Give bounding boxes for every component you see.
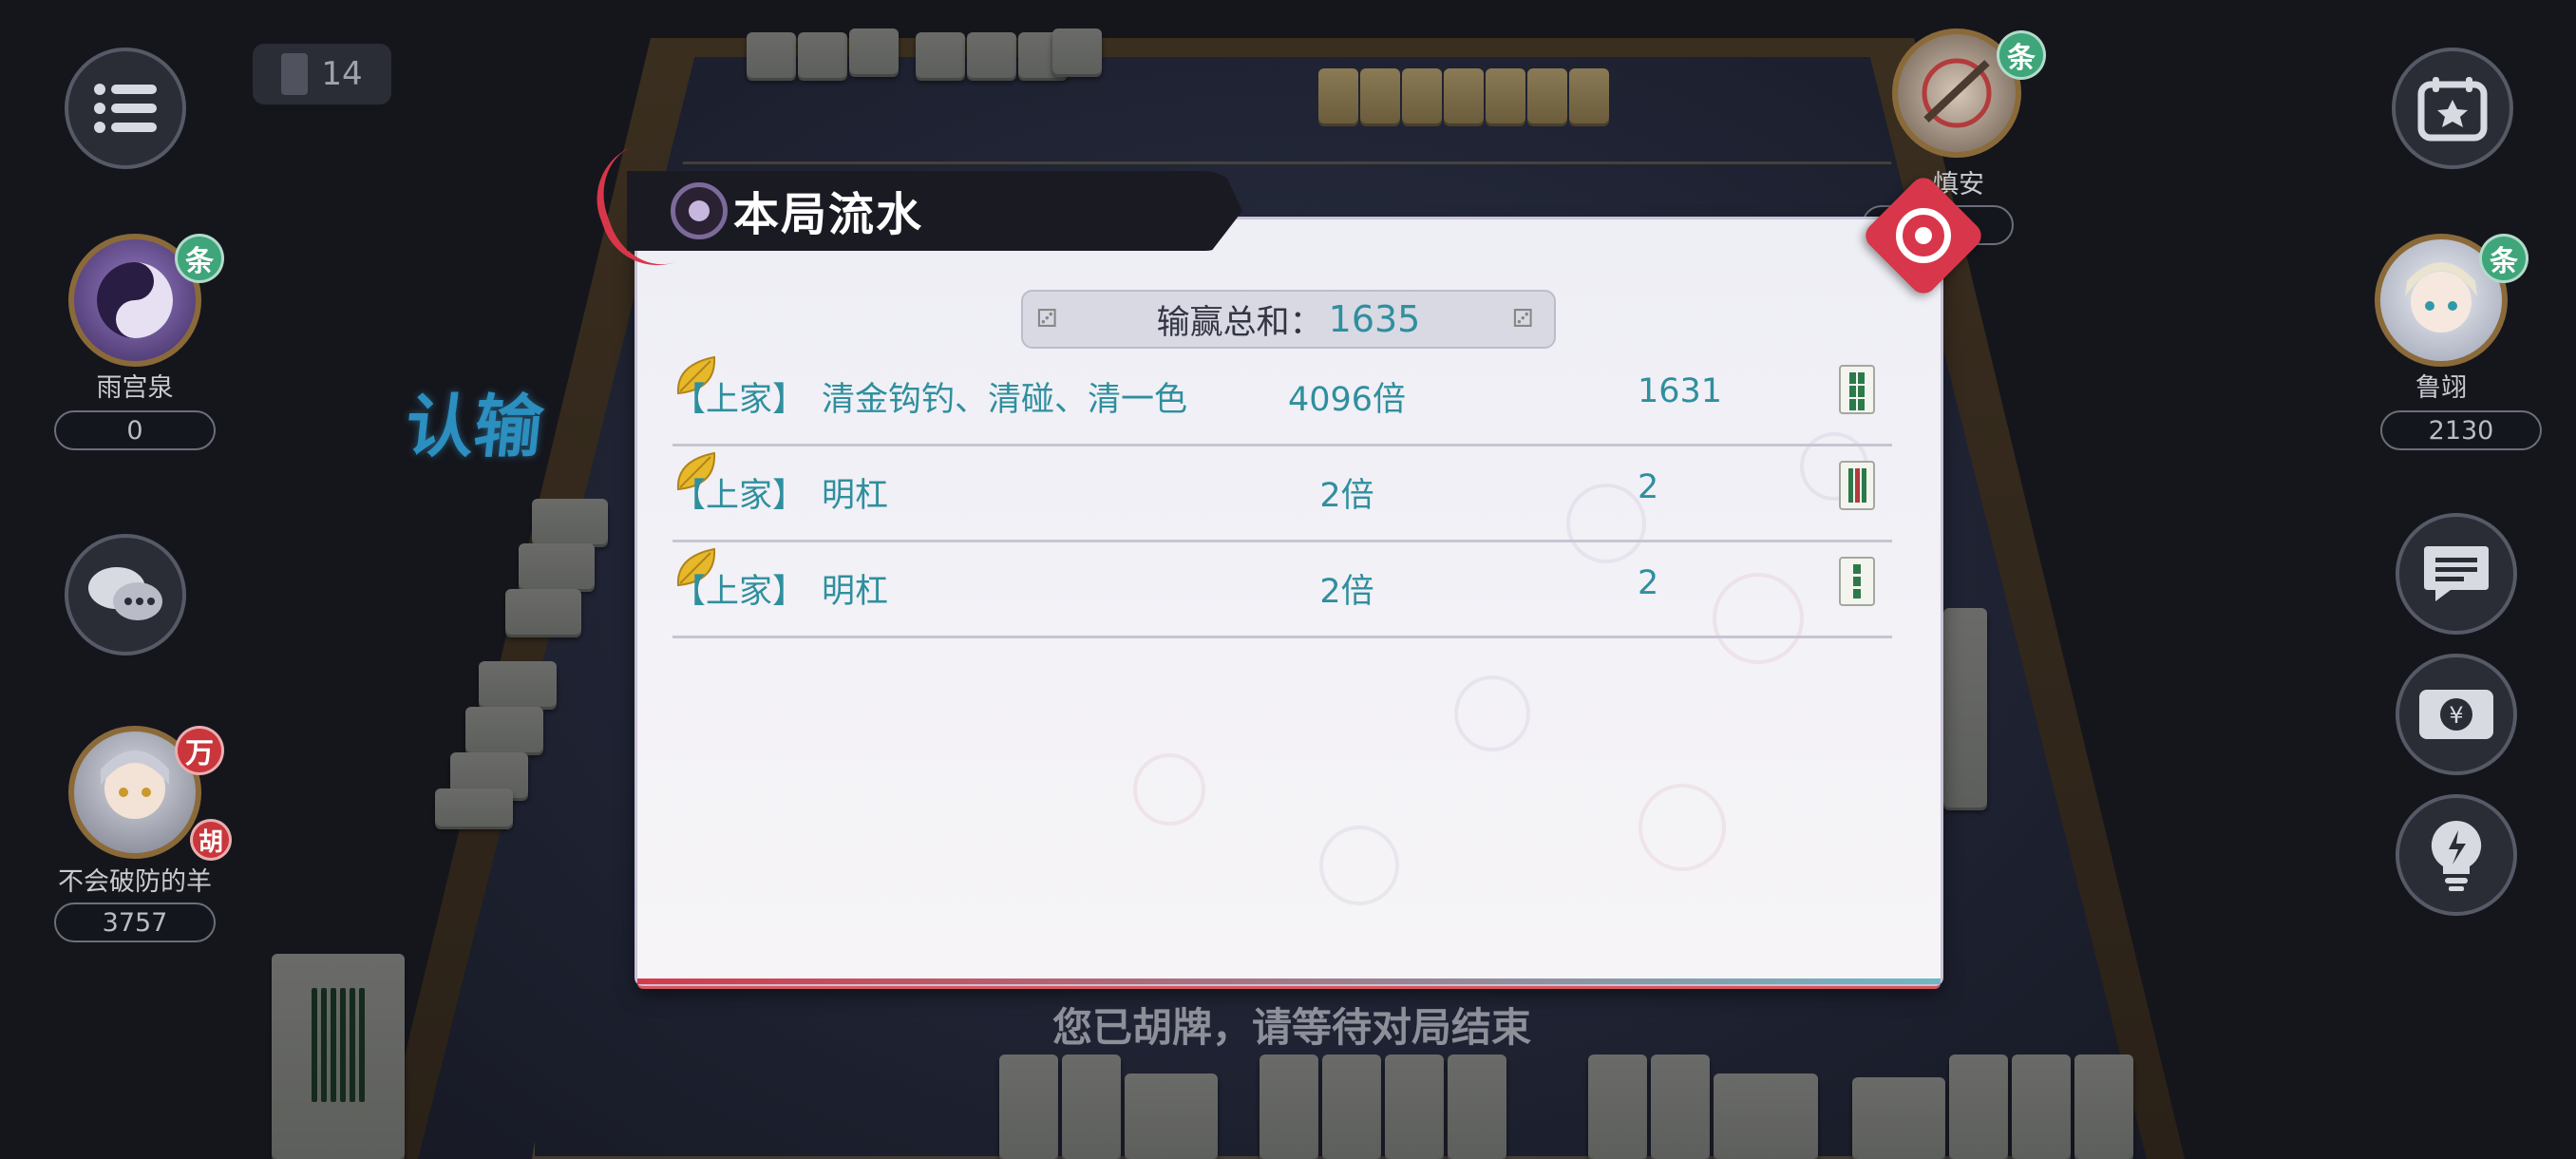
tile: [505, 589, 581, 635]
svg-text:¥: ¥: [2449, 702, 2463, 729]
row-amount: 1631: [1638, 372, 1723, 410]
drawn-tile[interactable]: [272, 954, 405, 1159]
tile: [1448, 1054, 1506, 1159]
suit-badge-top: 条: [1997, 30, 2046, 80]
tile-back: [1402, 68, 1442, 124]
player-name-left-bottom: 不会破防的羊: [58, 867, 212, 897]
tile-icon: [1839, 461, 1875, 510]
row-description: 明杠: [822, 573, 889, 611]
tile: [967, 32, 1016, 78]
tile-icon: [1839, 557, 1875, 606]
tile: [1052, 28, 1102, 74]
tile: [1125, 1074, 1218, 1159]
total-summary: ⚂ 输赢总和： 1635 ⚂: [1021, 290, 1556, 349]
player-name-top: 慎安: [1933, 170, 1984, 200]
row-multiplier: 2倍: [1319, 477, 1374, 515]
money-button[interactable]: ¥: [2396, 654, 2517, 775]
tile-back: [1318, 68, 1358, 124]
tile-back: [1486, 68, 1525, 124]
tile: [465, 707, 543, 752]
tile-back: [1444, 68, 1484, 124]
history-row: 【上家】 明杠 2倍 2: [672, 543, 1892, 638]
money-icon: ¥: [2419, 690, 2493, 739]
player-score-right: 2130: [2380, 410, 2542, 450]
wall-count-display: 14: [253, 44, 391, 104]
row-description: 清金钩钓、清碰、清一色: [822, 381, 1188, 419]
tile-wall-icon: [281, 53, 309, 95]
suit-badge-right: 条: [2479, 234, 2529, 283]
tile: [916, 32, 965, 78]
concede-label[interactable]: 认输: [401, 370, 548, 470]
tile: [1714, 1074, 1818, 1159]
tile: [435, 788, 513, 826]
chat-button[interactable]: [65, 534, 186, 656]
tile: [747, 32, 796, 78]
calendar-icon: [2417, 77, 2488, 142]
wall-count-value: 14: [321, 55, 363, 93]
tile: [2012, 1054, 2071, 1159]
message-icon: [2424, 546, 2489, 601]
dialog-accent-bar: [637, 978, 1941, 984]
row-multiplier: 4096倍: [1287, 381, 1407, 419]
lightbulb-icon: [2431, 820, 2482, 891]
row-amount: 2: [1638, 564, 1659, 602]
player-score-left-bottom: 3757: [54, 902, 216, 942]
history-row: 【上家】 清金钩钓、清碰、清一色 4096倍 1631: [672, 352, 1892, 446]
tile: [1651, 1054, 1710, 1159]
tile: [798, 32, 847, 78]
tile: [1949, 1054, 2008, 1159]
row-amount: 2: [1638, 468, 1659, 506]
tile: [849, 28, 899, 74]
suit-badge-left-bottom: 万: [175, 726, 224, 775]
chat-bubbles-icon: [88, 567, 162, 620]
suit-badge-left-top: 条: [175, 234, 224, 283]
tile-back: [1527, 68, 1567, 124]
row-source: 【上家】: [672, 381, 806, 419]
menu-icon: [94, 84, 157, 133]
tile: [1322, 1054, 1381, 1159]
total-value: 1635: [1328, 298, 1421, 340]
row-source: 【上家】: [672, 477, 806, 515]
history-row: 【上家】 明杠 2倍 2: [672, 447, 1892, 542]
player-name-right: 鲁翊: [2415, 373, 2467, 403]
tile: [1852, 1077, 1945, 1159]
player-score-left-top: 0: [54, 410, 216, 450]
message-button[interactable]: [2396, 513, 2517, 635]
close-target-icon[interactable]: [1896, 208, 1951, 263]
tile-icon: [1839, 365, 1875, 414]
tile: [532, 499, 608, 544]
tile: [519, 543, 595, 589]
dialog-title: 本局流水: [733, 188, 924, 241]
tile-back: [1360, 68, 1400, 124]
decor-dice-icon: ⚂: [1512, 305, 1534, 333]
tile-back: [1569, 68, 1609, 124]
tile: [479, 661, 557, 707]
right-tile-stack: [1943, 608, 1987, 808]
status-message: 您已胡牌，请等待对局结束: [1051, 1004, 1531, 1051]
player-name-left-top: 雨宫泉: [96, 373, 174, 403]
tile: [1588, 1054, 1647, 1159]
tile: [2074, 1054, 2133, 1159]
row-description: 明杠: [822, 477, 889, 515]
tile: [999, 1054, 1058, 1159]
tile: [1062, 1054, 1121, 1159]
menu-button[interactable]: [65, 48, 186, 169]
decor-dice-icon: ⚂: [1036, 305, 1058, 333]
tile: [1385, 1054, 1444, 1159]
tile-bamboo-pattern: [279, 988, 397, 1102]
hu-badge: 胡: [190, 819, 232, 861]
row-source: 【上家】: [672, 573, 806, 611]
hint-button[interactable]: [2396, 794, 2517, 916]
calendar-button[interactable]: [2392, 48, 2513, 169]
total-label: 输赢总和：: [1156, 303, 1323, 342]
tile: [1260, 1054, 1318, 1159]
title-ring-icon: [671, 182, 728, 239]
row-multiplier: 2倍: [1319, 573, 1374, 611]
